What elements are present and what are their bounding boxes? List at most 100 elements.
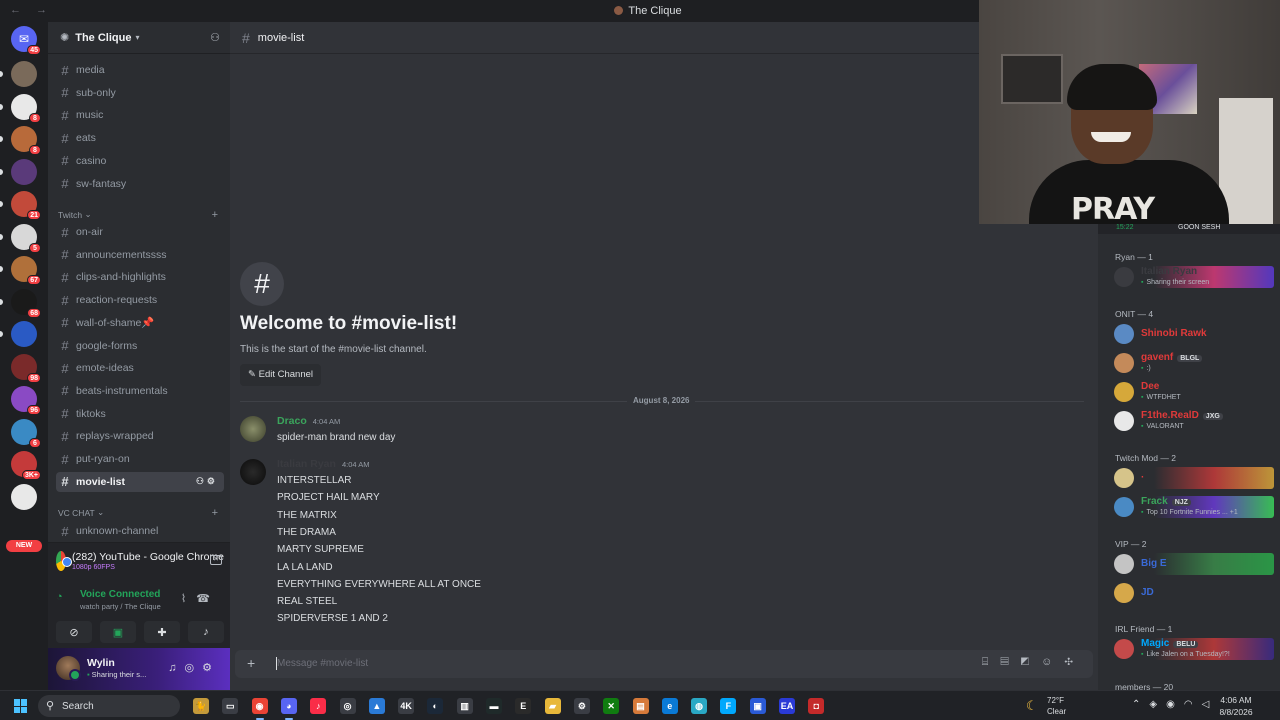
noise-suppression-icon[interactable]: ⌇ [181,593,196,605]
server-icon[interactable]: 8 [11,93,41,123]
member-item[interactable]: F1the.RealD JXG ▪ VALORANT [1106,408,1274,434]
settings-icon[interactable]: ⚙ [573,698,590,714]
home-discord-icon[interactable]: ✉ 45 [11,26,41,55]
xbox-icon[interactable]: ✕ [603,698,620,714]
signal-icon[interactable]: ◔ [56,591,63,603]
member-item[interactable]: Big E [1106,551,1274,577]
task-view-icon[interactable]: ▭ [222,698,239,714]
avatar[interactable] [240,416,266,442]
server-icon[interactable]: 68 [11,288,41,318]
server-icon[interactable] [11,321,37,347]
app-cyan-icon[interactable]: ◍ [691,698,708,714]
category-twitch[interactable]: Twitch ⌄ + [58,209,224,221]
channel-google-forms[interactable]: # google-forms [56,336,224,356]
category-vc-chat[interactable]: VC CHAT ⌄ + [58,507,224,519]
channel-clips-and-highlights[interactable]: # clips-and-highlights [56,267,224,287]
terminal-icon[interactable]: ▬ [486,698,502,714]
obs-icon[interactable]: ◎ [339,698,356,714]
gear-icon[interactable]: ⚙ [202,662,220,674]
apps-icon[interactable]: ✣ [1064,656,1085,668]
message-author[interactable]: Italian Ryan 4:04 AM [277,458,369,470]
server-icon[interactable] [11,158,37,185]
emoji-icon[interactable]: ☺ [1041,656,1064,668]
server-icon[interactable]: 21 [11,191,41,220]
server-icon[interactable]: 5 [11,223,41,253]
channel-wall-of-shame[interactable]: # wall-of-shame📌 [56,313,224,333]
server-icon[interactable] [11,61,37,87]
server-icon[interactable]: 3K+ [11,451,41,480]
channel-music[interactable]: # music [56,105,224,125]
chrome-taskbar-icon[interactable]: ◉ [251,698,268,714]
app-red-icon[interactable]: ◘ [808,698,825,714]
server-icon[interactable] [11,483,37,510]
edit-channel-button[interactable]: ✎ Edit Channel [240,364,322,386]
channel-movie-list[interactable]: # movie-list ⚇⚙ [56,471,224,492]
invite-icon[interactable]: ⚇ [196,476,207,486]
channel-replays-wrapped[interactable]: # replays-wrapped [56,426,224,446]
server-icon[interactable]: 6 [11,418,41,448]
edge-icon[interactable]: e [661,698,678,714]
gif-icon[interactable]: ▤ [1000,656,1020,668]
add-channel-icon[interactable]: + [212,209,218,221]
headphones-icon[interactable]: ◎ [185,662,203,674]
disconnect-icon[interactable]: ☎ [196,593,220,605]
app-orange-icon[interactable]: ▤ [632,698,649,714]
channel-reaction-requests[interactable]: # reaction-requests [56,290,224,310]
windows-start-icon[interactable] [14,699,28,713]
ea-icon[interactable]: EA [779,698,795,714]
chevron-up-icon[interactable]: ⌃ [1132,699,1149,710]
sticker-icon[interactable]: ◩ [1021,656,1041,668]
gift-icon[interactable]: ⌸ [982,656,1001,668]
member-item[interactable]: JD [1106,580,1274,606]
channel-eats[interactable]: # eats [56,128,224,148]
screen-share-button[interactable]: ▣ [100,621,136,643]
channel-emote-ideas[interactable]: # emote-ideas [56,358,224,378]
message-author[interactable]: Draco 4:04 AM [277,415,340,427]
channel-tiktoks[interactable]: # tiktoks [56,404,224,424]
file-explorer-icon[interactable]: ▰ [544,698,561,714]
invite-people-icon[interactable]: ⚇ [210,31,220,44]
photos-icon[interactable]: ▲ [368,698,385,714]
network-icon[interactable]: ◈ [1149,699,1166,710]
stream-source[interactable]: (282) YouTube - Google Chrome 1080p 60FP… [56,551,224,571]
member-item[interactable]: Shinobi Rawk [1106,321,1274,347]
channel-media[interactable]: # media [56,60,224,80]
member-item[interactable]: Dee ▪ WTFDHET [1106,379,1274,405]
gear-icon[interactable]: ⚙ [207,476,218,486]
member-item[interactable]: Magic BELU ▪ Like Jalen on a Tuesday!?! [1106,636,1274,662]
server-icon[interactable]: 96 [11,386,41,415]
epic-games-icon[interactable]: E [515,698,532,714]
member-item[interactable]: gavenf BLGL ▪:) [1106,350,1274,376]
media-icon[interactable]: ▥ [456,698,473,714]
avatar[interactable] [240,459,266,485]
music-app-icon[interactable]: ♪ [310,698,327,714]
stop-stream-icon[interactable]: ✕ [210,555,222,565]
taskbar-clock[interactable]: 4:06 AM 8/8/2026 [1206,694,1266,718]
add-channel-icon[interactable]: + [212,507,218,519]
member-item[interactable]: · [1106,465,1274,491]
member-item[interactable]: Italian Ryan ▪ Sharing their screen [1106,264,1274,290]
cat-widget-icon[interactable]: 🐈 [193,698,209,714]
activities-button[interactable]: ✚ [144,621,180,643]
server-icon[interactable]: 67 [11,256,41,285]
server-icon[interactable]: 8 [11,126,41,155]
4k-app-icon[interactable]: 4K [398,698,415,714]
mic-icon[interactable]: ◉ [1166,699,1184,710]
server-header[interactable]: ✺ The Clique ▾ ⚇ [48,22,230,54]
soundboard-button[interactable]: ♪ [188,621,224,643]
channel-on-air[interactable]: # on-air [56,222,224,242]
server-icon[interactable]: 98 [11,353,41,383]
channel-sub-only[interactable]: # sub-only [56,83,224,103]
channel-put-ryan-on[interactable]: # put-ryan-on [56,449,224,469]
channel-casino[interactable]: # casino [56,151,224,171]
channel-beats-instrumentals[interactable]: # beats-instrumentals [56,381,224,401]
attach-plus-icon[interactable]: + [247,655,255,671]
channel-announcementssss[interactable]: # announcementssss [56,245,224,265]
avatar[interactable] [56,656,81,681]
channel-sw-fantasy[interactable]: # sw-fantasy [56,174,224,194]
steam-icon[interactable]: ◐ [427,698,444,714]
taskbar-search[interactable]: ⚲ Search [38,695,180,717]
channel-unknown-channel[interactable]: # unknown-channel [56,521,224,541]
app-blue-icon[interactable]: ▣ [749,698,766,714]
microphone-icon[interactable]: ♫ [168,662,184,674]
